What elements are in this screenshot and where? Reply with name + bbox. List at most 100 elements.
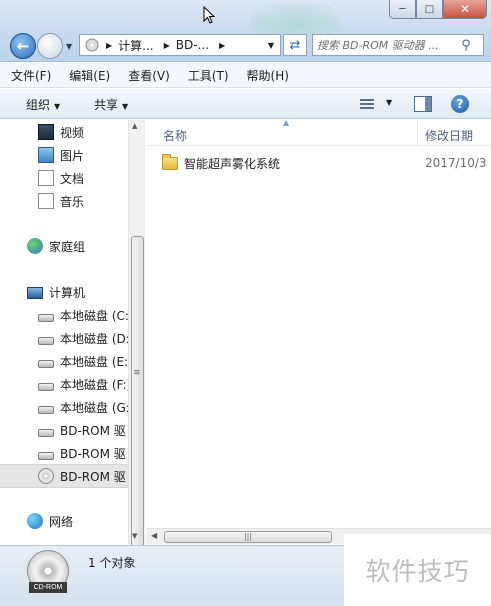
nav-item-network[interactable]: 网络 [0,510,128,532]
navigation-pane: 视频 图片 文档 音乐 家庭组 计算机 本地磁盘 (C: 本地磁盘 (D: 本地… [0,120,128,544]
homegroup-icon [27,238,43,254]
menu-bar: 文件(F) 编辑(E) 查看(V) 工具(T) 帮助(H) [0,63,491,88]
search-icon[interactable]: ⚲ [457,38,475,53]
item-count: 1 个对象 [88,556,136,570]
window-controls: ─ □ ✕ [389,0,487,19]
chevron-down-icon: ▼ [54,102,61,111]
breadcrumb-computer[interactable]: 计算... [118,37,153,54]
computer-icon [27,287,43,299]
file-date: 2017/10/3 [425,156,487,170]
folder-icon [162,153,178,170]
sort-ascending-icon: ▲ [283,118,290,127]
cd-rom-label: CD-ROM [29,582,67,593]
scroll-down-icon[interactable]: ▼ [132,532,137,540]
menu-edit[interactable]: 编辑(E) [66,65,113,86]
nav-item-videos[interactable]: 视频 [0,121,128,143]
cd-disc-icon [38,468,54,484]
share-label: 共享 [94,98,119,112]
nav-item-drive-g[interactable]: 本地磁盘 (G: [0,396,128,418]
close-button[interactable]: ✕ [443,0,487,19]
share-button[interactable]: 共享 ▼ [94,96,128,113]
column-header-name[interactable]: 名称 [163,127,187,144]
nav-item-label: 家庭组 [49,239,86,254]
optical-drive-icon [38,429,54,437]
hard-drive-icon [38,383,54,391]
nav-item-homegroup[interactable]: 家庭组 [0,235,128,257]
breadcrumb-separator-icon[interactable]: ▶ [219,41,225,50]
view-options-dropdown[interactable]: ▼ [386,98,392,107]
nav-item-label: 图片 [60,148,85,163]
address-history-dropdown[interactable]: ▼ [268,41,274,50]
watermark: 软件技巧 [344,534,491,606]
nav-item-label: BD-ROM 驱 [60,469,126,484]
command-bar: 组织 ▼ 共享 ▼ ▼ ? [0,89,491,119]
recent-pages-dropdown[interactable]: ▼ [66,42,72,51]
search-box[interactable]: ⚲ [312,34,484,56]
nav-item-label: 本地磁盘 (D: [60,331,128,346]
nav-item-label: 本地磁盘 (G: [60,400,128,415]
maximize-button[interactable]: □ [416,0,443,19]
nav-item-drive-d[interactable]: 本地磁盘 (D: [0,327,128,349]
scroll-left-icon[interactable]: ◀ [151,531,157,540]
mouse-cursor-icon [203,6,215,24]
hard-drive-icon [38,360,54,368]
view-options-icon[interactable] [360,97,376,111]
file-list: ▲ 名称 修改日期 智能超声雾化系统 2017/10/3 [146,118,491,528]
title-bar: ─ □ ✕ ← ▼ ▶ 计算... ▶ BD-... ▶ ▼ ⇄ ⚲ [0,0,491,62]
nav-item-label: 网络 [49,514,74,529]
nav-item-music[interactable]: 音乐 [0,190,128,212]
pictures-library-icon [38,147,54,163]
menu-help[interactable]: 帮助(H) [244,65,292,86]
nav-item-label: 本地磁盘 (F:) [60,377,128,392]
organize-label: 组织 [26,98,51,112]
column-divider[interactable] [417,120,418,146]
preview-pane-button[interactable] [414,96,432,112]
file-row[interactable]: 智能超声雾化系统 2017/10/3 [162,152,491,174]
nav-item-bd-rom-1[interactable]: BD-ROM 驱 [0,419,128,441]
scroll-up-icon[interactable]: ▲ [132,122,137,130]
nav-item-label: BD-ROM 驱 [60,446,126,461]
forward-button[interactable] [37,33,63,59]
nav-item-label: 计算机 [49,285,86,300]
refresh-button[interactable]: ⇄ [283,34,307,56]
music-library-icon [38,193,54,209]
help-button[interactable]: ? [451,95,469,113]
nav-item-computer[interactable]: 计算机 [0,281,128,303]
file-name[interactable]: 智能超声雾化系统 [184,155,280,172]
chevron-down-icon: ▼ [122,102,129,111]
nav-item-drive-c[interactable]: 本地磁盘 (C: [0,304,128,326]
nav-item-label: 文档 [60,171,85,186]
nav-item-drive-f[interactable]: 本地磁盘 (F:) [0,373,128,395]
nav-pane-scrollbar[interactable]: ▲ ≡ ▼ [128,120,145,606]
nav-item-label: 音乐 [60,194,85,209]
scrollbar-thumb[interactable]: ||| [164,531,332,543]
scrollbar-grip-icon: ≡ [133,368,141,378]
organize-button[interactable]: 组织 ▼ [26,96,60,113]
nav-item-documents[interactable]: 文档 [0,167,128,189]
nav-item-label: 本地磁盘 (C: [60,308,128,323]
nav-item-drive-e[interactable]: 本地磁盘 (E:) [0,350,128,372]
minimize-button[interactable]: ─ [389,0,416,19]
menu-tools[interactable]: 工具(T) [185,65,232,86]
system-drive-icon [38,314,54,322]
nav-item-pictures[interactable]: 图片 [0,144,128,166]
column-header-date[interactable]: 修改日期 [425,127,473,144]
back-button[interactable]: ← [10,33,36,59]
menu-file[interactable]: 文件(F) [8,65,54,86]
drive-icon [83,36,101,54]
nav-item-bd-rom-2[interactable]: BD-ROM 驱 [0,442,128,464]
optical-drive-icon [38,452,54,460]
hard-drive-icon [38,337,54,345]
breadcrumb-separator-icon[interactable]: ▶ [164,41,170,50]
nav-item-bd-rom-3[interactable]: BD-ROM 驱 [0,464,128,488]
video-library-icon [38,124,54,140]
address-bar[interactable]: ▶ 计算... ▶ BD-... ▶ ▼ [79,34,281,56]
breadcrumb-separator-icon[interactable]: ▶ [106,41,112,50]
column-header-row: ▲ 名称 修改日期 [146,118,491,146]
search-input[interactable] [313,36,457,54]
menu-view[interactable]: 查看(V) [125,65,173,86]
nav-item-label: 本地磁盘 (E:) [60,354,128,369]
network-icon [27,513,43,529]
nav-item-label: 视频 [60,125,85,140]
breadcrumb-bd-rom[interactable]: BD-... [176,38,209,52]
